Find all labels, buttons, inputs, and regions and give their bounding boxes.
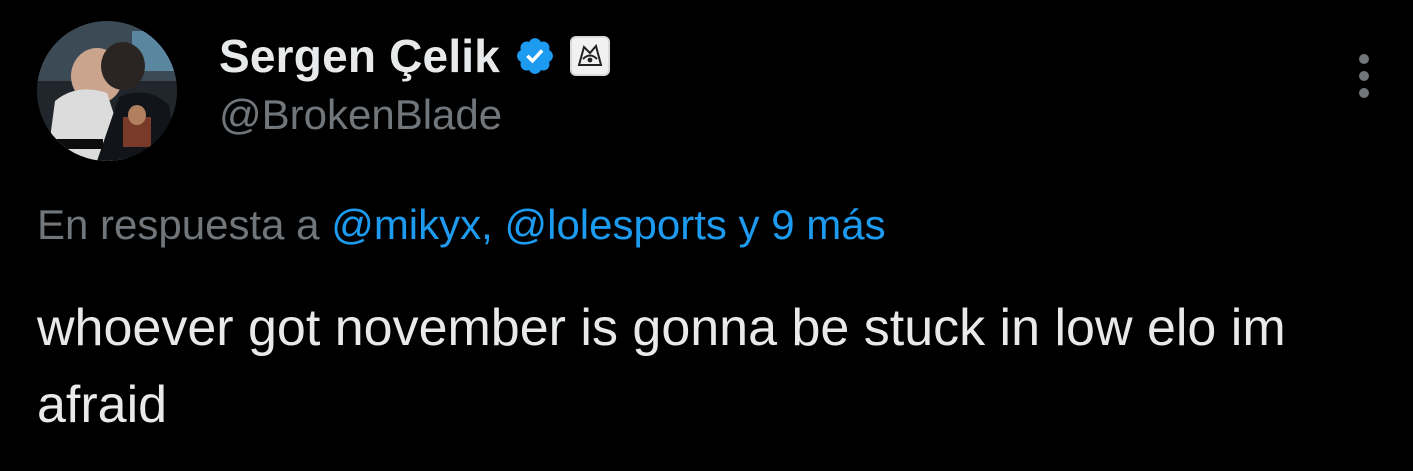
reply-context-prefix: En respuesta a	[37, 201, 320, 248]
author-avatar[interactable]	[37, 21, 177, 161]
reply-mentions-link[interactable]: @mikyx, @lolesports y 9 más	[331, 201, 885, 248]
author-display-name[interactable]: Sergen Çelik	[219, 29, 500, 83]
author-name-row: Sergen Çelik	[219, 28, 611, 84]
verified-badge-icon	[514, 35, 556, 77]
tweet-text: whoever got november is gonna be stuck i…	[37, 299, 1286, 434]
team-logo-icon[interactable]	[570, 36, 611, 76]
avatar-photo	[37, 21, 177, 161]
more-options-icon[interactable]	[1345, 50, 1383, 102]
reply-context: En respuesta a @mikyx, @lolesports y 9 m…	[37, 201, 886, 249]
author-handle[interactable]: @BrokenBlade	[219, 91, 502, 139]
tweet: Sergen Çelik @BrokenBlade En respuesta a…	[0, 0, 1413, 471]
